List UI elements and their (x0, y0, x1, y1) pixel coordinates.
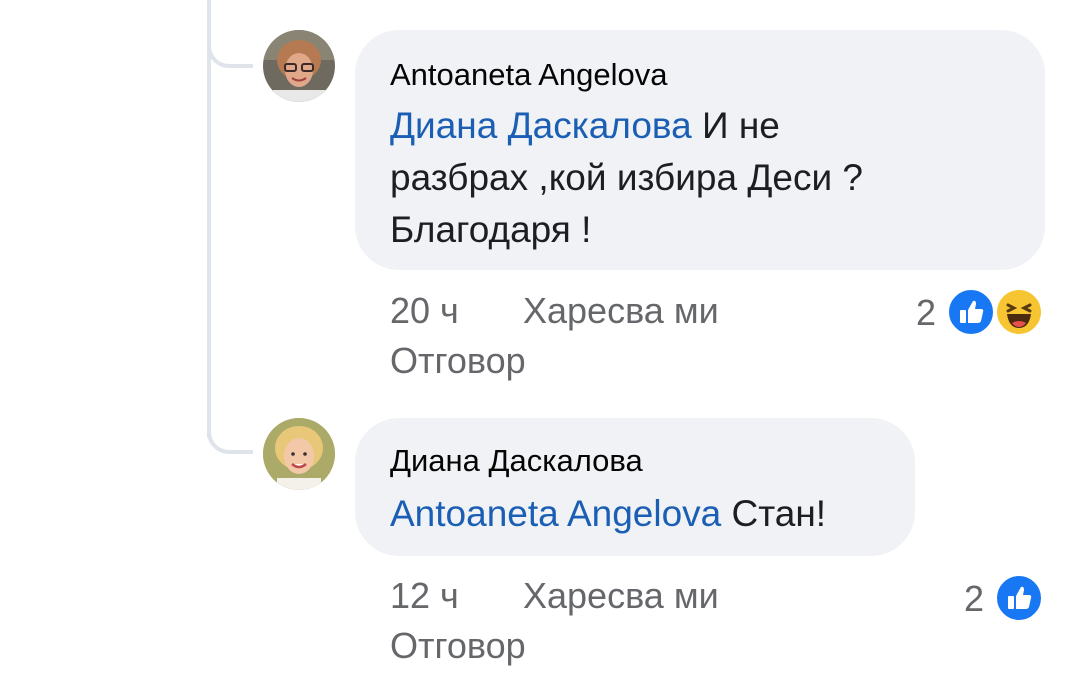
thread-line (207, 0, 211, 440)
mention-link[interactable]: Диана Даскалова (390, 105, 692, 146)
comment-text: Antoaneta Angelova Стан! (390, 488, 910, 540)
reply-button[interactable]: Отговор (390, 340, 526, 382)
like-button[interactable]: Харесва ми (523, 290, 719, 332)
comment-author[interactable]: Диана Даскалова (390, 443, 643, 479)
avatar[interactable] (263, 30, 335, 102)
comment-text-part: И не (691, 105, 780, 146)
reaction-count[interactable]: 2 (964, 578, 984, 620)
comment-text: Диана Даскалова И не разбрах ,кой избира… (390, 100, 1010, 256)
thread-branch (207, 380, 253, 454)
like-icon[interactable] (946, 287, 996, 337)
reply-button[interactable]: Отговор (390, 625, 526, 667)
comment-text-line: Благодаря ! (390, 209, 592, 250)
mention-link[interactable]: Antoaneta Angelova (390, 493, 721, 534)
comment-timestamp[interactable]: 12 ч (390, 575, 459, 617)
like-button[interactable]: Харесва ми (523, 575, 719, 617)
like-icon[interactable] (994, 573, 1044, 623)
reaction-count[interactable]: 2 (916, 292, 936, 334)
thread-branch (207, 0, 253, 68)
comment-author[interactable]: Antoaneta Angelova (390, 57, 668, 93)
comment-text-line: разбрах ,кой избира Деси ? (390, 157, 863, 198)
comment-text-part: Стан! (721, 493, 827, 534)
comment-timestamp[interactable]: 20 ч (390, 290, 459, 332)
avatar[interactable] (263, 418, 335, 490)
haha-icon[interactable] (994, 287, 1044, 337)
